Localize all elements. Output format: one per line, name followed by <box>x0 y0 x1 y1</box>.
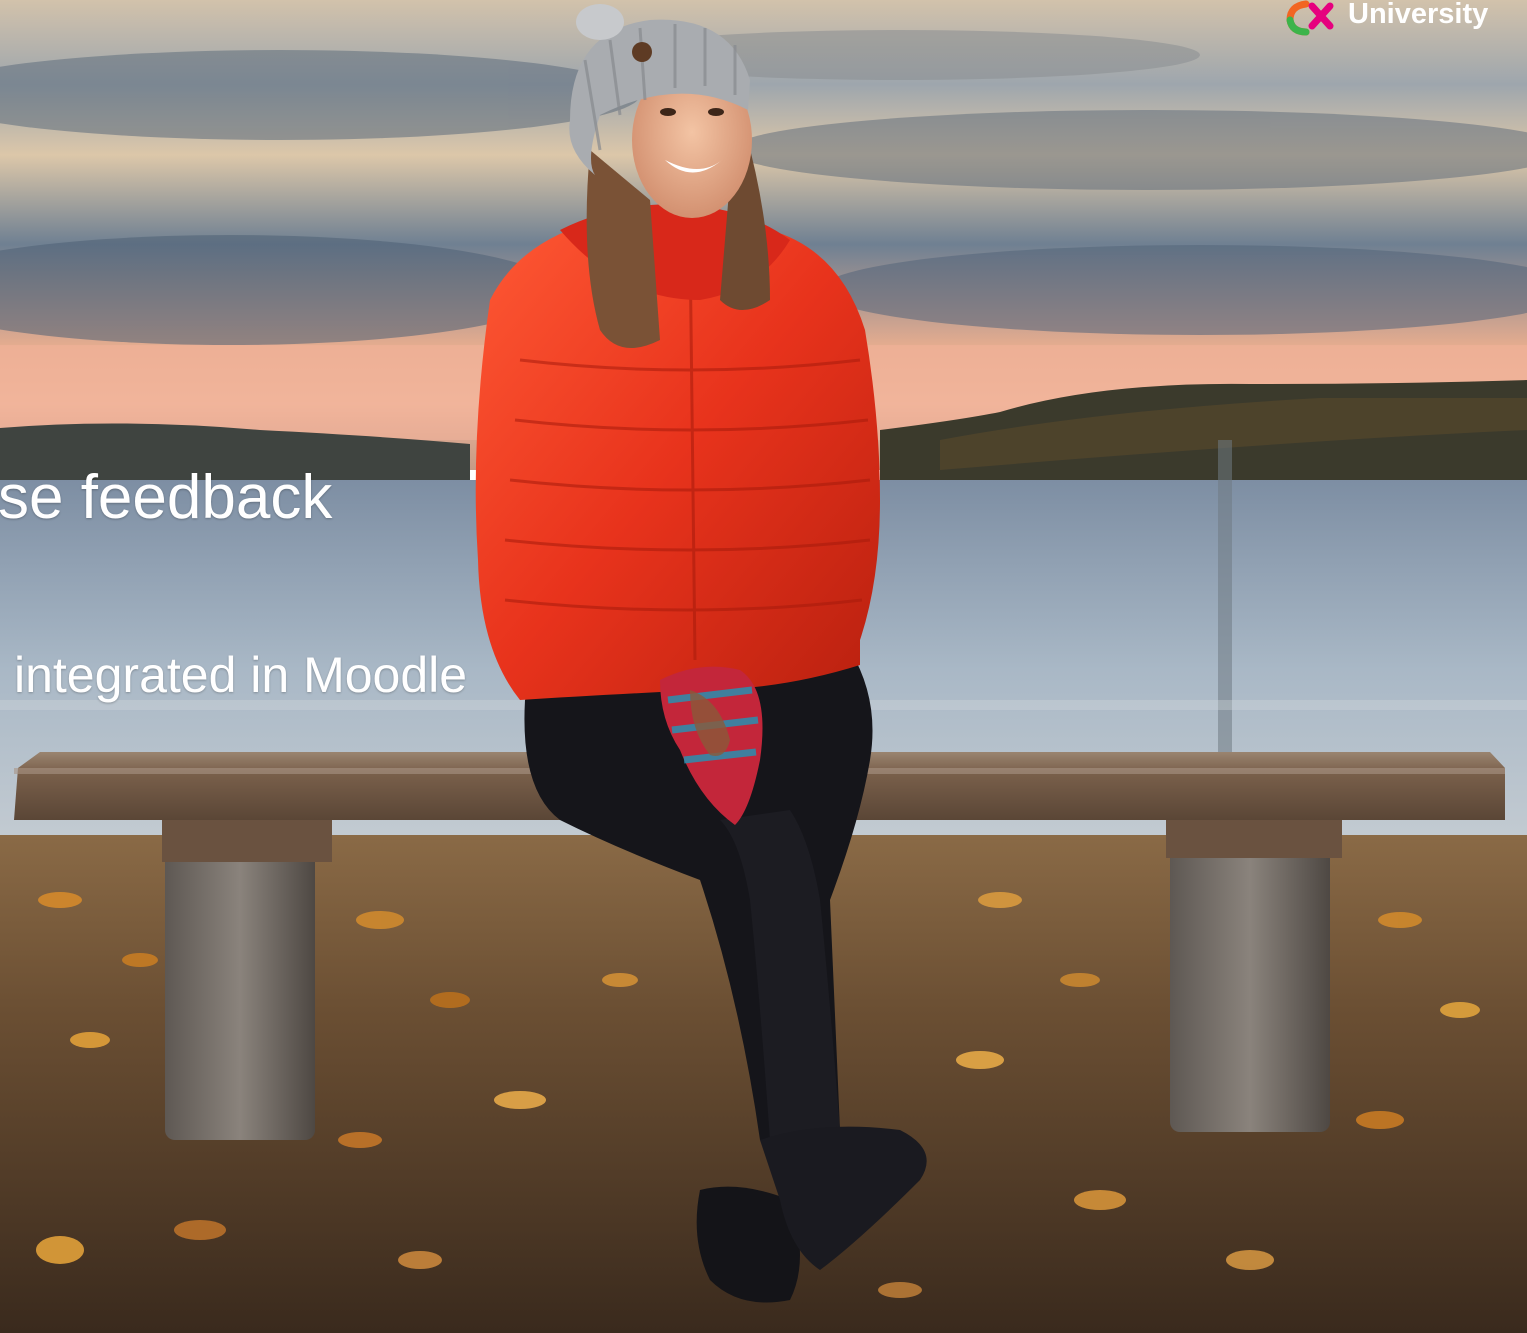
logo-text: University <box>1348 0 1489 30</box>
slide-subtitle: integrated in Moodle <box>14 647 468 703</box>
university-logo-mark-icon <box>1286 0 1334 36</box>
slide-title: se feedback <box>0 463 333 532</box>
university-logo: University <box>1284 0 1494 40</box>
